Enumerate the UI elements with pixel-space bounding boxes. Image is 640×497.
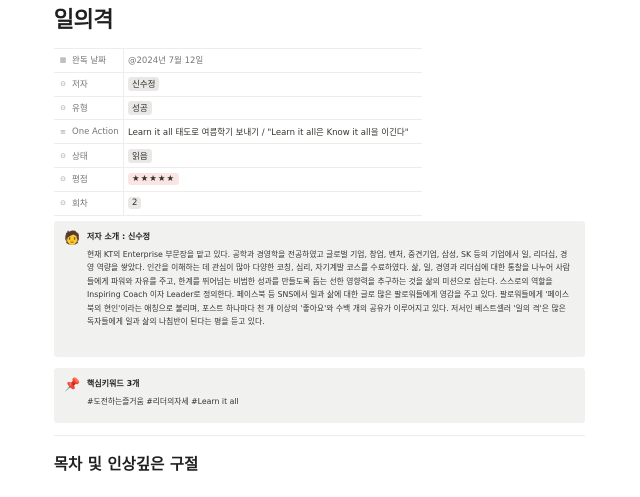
callout-title: 핵심키워드 3개 bbox=[87, 379, 140, 388]
select-icon: ⊙ bbox=[60, 80, 66, 89]
property-row-date[interactable]: ▦ 완독 날짜 @2024년 7월 12일 bbox=[54, 49, 422, 73]
callout-body: 현재 KT의 Enterprise 부문장을 맡고 있다. 공학과 경영학을 전… bbox=[87, 250, 570, 327]
property-name[interactable]: ≡ One Action bbox=[54, 120, 124, 144]
property-name[interactable]: ⊙ 회차 bbox=[54, 191, 124, 215]
property-value[interactable]: 읽음 bbox=[124, 148, 152, 163]
property-row-status[interactable]: ⊙ 상태 읽음 bbox=[54, 144, 422, 168]
property-value[interactable]: ★★★★★ bbox=[124, 173, 180, 186]
property-name[interactable]: ⊙ 평점 bbox=[54, 167, 124, 191]
property-value[interactable]: @2024년 7월 12일 bbox=[124, 54, 203, 66]
select-icon: ⊙ bbox=[60, 103, 66, 112]
select-icon: ⊙ bbox=[60, 175, 66, 184]
select-icon: ⊙ bbox=[60, 151, 66, 160]
round-tag: 2 bbox=[128, 197, 142, 210]
property-value[interactable]: 성공 bbox=[124, 100, 152, 115]
text-icon: ≡ bbox=[60, 127, 66, 136]
property-value[interactable]: 2 bbox=[124, 197, 142, 210]
callout-title: 저자 소개 : 신수정 bbox=[87, 232, 151, 241]
property-name[interactable]: ▦ 완독 날짜 bbox=[54, 49, 124, 72]
one-action-text: Learn it all 태도로 여름학기 보내기 / "Learn it al… bbox=[128, 127, 409, 138]
select-icon: ⊙ bbox=[60, 199, 66, 208]
author-callout[interactable]: 🧑 저자 소개 : 신수정 현재 KT의 Enterprise 부문장을 맡고 … bbox=[54, 221, 585, 357]
property-name[interactable]: ⊙ 상태 bbox=[54, 144, 124, 167]
property-row-one-action[interactable]: ≡ One Action Learn it all 태도로 여름학기 보내기 /… bbox=[54, 120, 422, 145]
property-value[interactable]: Learn it all 태도로 여름학기 보내기 / "Learn it al… bbox=[124, 126, 409, 138]
person-icon: 🧑 bbox=[64, 231, 81, 246]
calendar-icon: ▦ bbox=[59, 56, 67, 65]
properties-table: ▦ 완독 날짜 @2024년 7월 12일 ⊙ 저자 신수정 ⊙ 유형 성공 ≡… bbox=[54, 48, 422, 216]
property-name[interactable]: ⊙ 저자 bbox=[54, 72, 124, 96]
section-heading[interactable]: 목차 및 인상깊은 구절 bbox=[54, 452, 199, 474]
property-name[interactable]: ⊙ 유형 bbox=[54, 96, 124, 120]
type-tag: 성공 bbox=[128, 100, 152, 115]
property-row-author[interactable]: ⊙ 저자 신수정 bbox=[54, 72, 422, 97]
status-tag: 읽음 bbox=[128, 148, 152, 163]
page-title[interactable]: 일의격 bbox=[54, 2, 114, 34]
property-row-round[interactable]: ⊙ 회차 2 bbox=[54, 191, 422, 216]
property-row-type[interactable]: ⊙ 유형 성공 bbox=[54, 96, 422, 121]
author-tag: 신수정 bbox=[128, 77, 160, 92]
date-value: @2024년 7월 12일 bbox=[128, 56, 204, 67]
property-row-rating[interactable]: ⊙ 평점 ★★★★★ bbox=[54, 167, 422, 192]
pushpin-icon: 📌 bbox=[64, 378, 81, 393]
divider bbox=[54, 435, 585, 436]
property-value[interactable]: 신수정 bbox=[124, 77, 160, 92]
callout-body: #도전하는즐거움 #리더의자세 #Learn it all bbox=[87, 397, 239, 406]
keyword-callout[interactable]: 📌 핵심키워드 3개 #도전하는즐거움 #리더의자세 #Learn it all bbox=[54, 368, 585, 423]
rating-tag: ★★★★★ bbox=[128, 173, 180, 186]
